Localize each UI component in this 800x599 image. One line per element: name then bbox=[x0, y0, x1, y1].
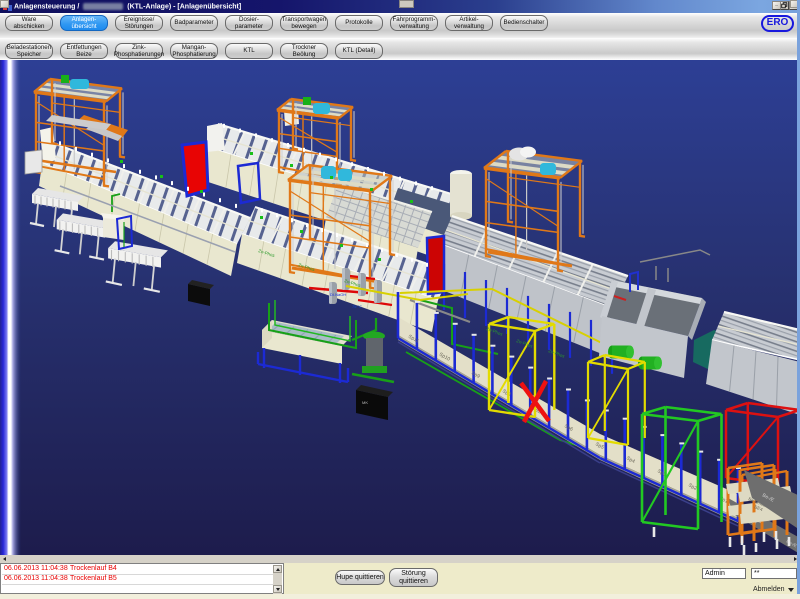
svg-text:75 °C: 75 °C bbox=[352, 304, 362, 309]
svg-text:DI.NaOH: DI.NaOH bbox=[330, 292, 346, 297]
svg-text:MK: MK bbox=[362, 400, 368, 405]
